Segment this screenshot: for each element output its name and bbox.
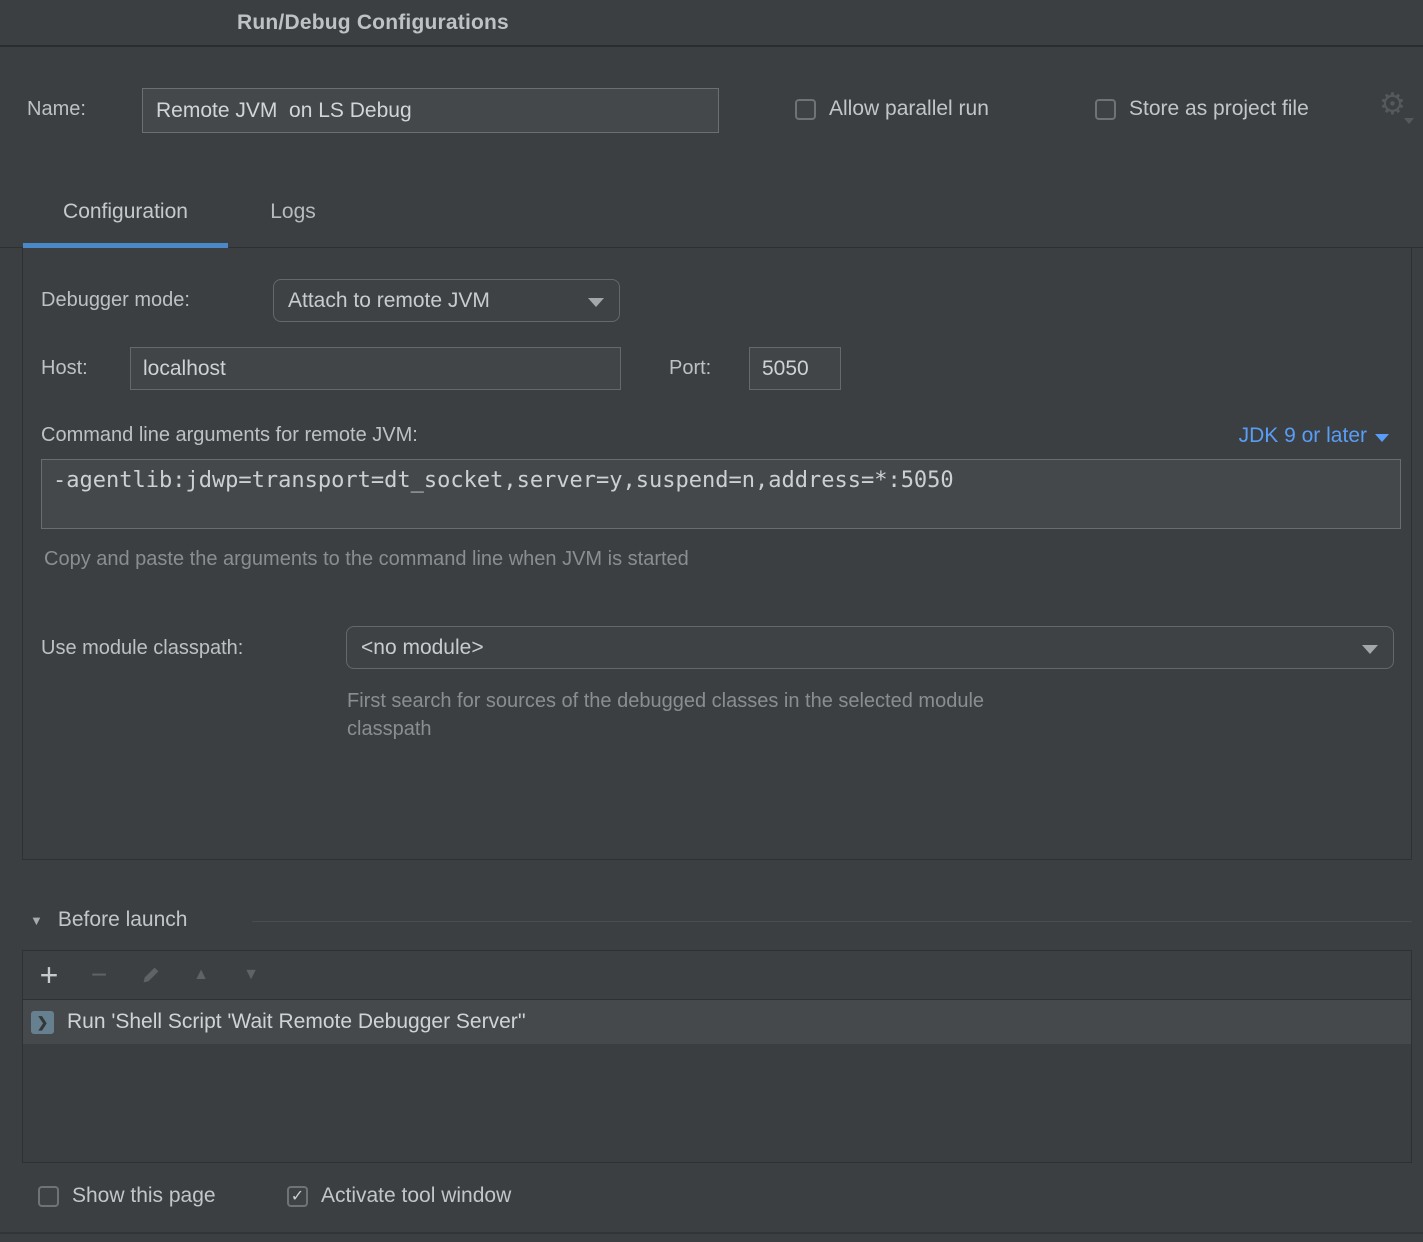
debugger-mode-value: Attach to remote JVM <box>288 289 490 313</box>
name-input[interactable] <box>142 88 719 133</box>
allow-parallel-run-label: Allow parallel run <box>829 97 989 121</box>
before-launch-header[interactable]: ▼ Before launch <box>30 908 187 932</box>
show-this-page-label: Show this page <box>72 1184 216 1208</box>
run-debug-configurations-dialog: Run/Debug Configurations Name: Allow par… <box>0 0 1423 1242</box>
dialog-title: Run/Debug Configurations <box>237 11 509 35</box>
host-label: Host: <box>41 357 88 380</box>
gear-dropdown-arrow-icon <box>1404 118 1414 124</box>
collapse-triangle-icon[interactable]: ▼ <box>30 913 43 928</box>
jdk-version-label: JDK 9 or later <box>1239 424 1367 448</box>
activate-tool-window-label: Activate tool window <box>321 1184 511 1208</box>
show-this-page-checkbox[interactable]: Show this page <box>38 1184 216 1208</box>
footer-divider <box>0 1232 1423 1234</box>
name-label: Name: <box>27 98 86 121</box>
jdk-version-selector[interactable]: JDK 9 or later <box>1239 424 1389 448</box>
chevron-down-icon <box>1362 645 1378 654</box>
edit-pencil-button[interactable] <box>139 962 163 988</box>
debugger-mode-label: Debugger mode: <box>41 289 190 312</box>
command-line-args-value[interactable]: -agentlib:jdwp=transport=dt_socket,serve… <box>41 459 1401 529</box>
checkbox-checked-icon[interactable]: ✓ <box>287 1186 308 1207</box>
command-line-args-label: Command line arguments for remote JVM: <box>41 424 418 447</box>
use-module-classpath-label: Use module classpath: <box>41 637 243 660</box>
remove-button[interactable]: − <box>87 962 111 988</box>
before-launch-task-label: Run 'Shell Script 'Wait Remote Debugger … <box>67 1010 526 1034</box>
port-label: Port: <box>669 357 711 380</box>
tab-logs[interactable]: Logs <box>243 200 343 244</box>
before-launch-title: Before launch <box>58 908 188 932</box>
activate-tool-window-checkbox[interactable]: ✓ Activate tool window <box>287 1184 511 1208</box>
move-up-button[interactable]: ▲ <box>189 962 213 988</box>
selected-tab-underline <box>23 243 228 248</box>
module-classpath-select[interactable]: <no module> <box>346 626 1394 669</box>
chevron-down-icon <box>588 298 604 307</box>
before-launch-divider <box>252 921 1412 922</box>
shell-script-run-icon: ❯ <box>31 1011 54 1034</box>
allow-parallel-run-checkbox[interactable]: Allow parallel run <box>795 97 989 121</box>
before-launch-panel: + − ▲ ▼ ❯ Run 'Shell Script 'Wait Remote… <box>22 950 1412 1163</box>
pencil-icon <box>141 965 161 985</box>
store-as-project-file-checkbox[interactable]: Store as project file <box>1095 97 1309 121</box>
module-classpath-hint: First search for sources of the debugged… <box>347 687 1027 743</box>
checkbox-icon[interactable] <box>1095 99 1116 120</box>
chevron-down-icon <box>1375 434 1389 442</box>
move-down-button[interactable]: ▼ <box>239 962 263 988</box>
store-as-project-file-label: Store as project file <box>1129 97 1309 121</box>
port-input[interactable] <box>749 347 841 390</box>
tab-configuration[interactable]: Configuration <box>23 200 228 244</box>
add-button[interactable]: + <box>37 962 61 988</box>
host-input[interactable] <box>130 347 621 390</box>
module-classpath-value: <no module> <box>361 636 484 660</box>
configuration-panel: Debugger mode: Attach to remote JVM Host… <box>22 247 1412 860</box>
checkbox-icon[interactable] <box>38 1186 59 1207</box>
dialog-titlebar: Run/Debug Configurations <box>0 0 1423 47</box>
checkbox-icon[interactable] <box>795 99 816 120</box>
debugger-mode-select[interactable]: Attach to remote JVM <box>273 279 620 322</box>
before-launch-task-row[interactable]: ❯ Run 'Shell Script 'Wait Remote Debugge… <box>23 1000 1411 1044</box>
before-launch-toolbar: + − ▲ ▼ <box>23 951 1411 1000</box>
args-hint-text: Copy and paste the arguments to the comm… <box>44 548 689 571</box>
gear-icon[interactable]: ⚙ <box>1379 90 1406 120</box>
